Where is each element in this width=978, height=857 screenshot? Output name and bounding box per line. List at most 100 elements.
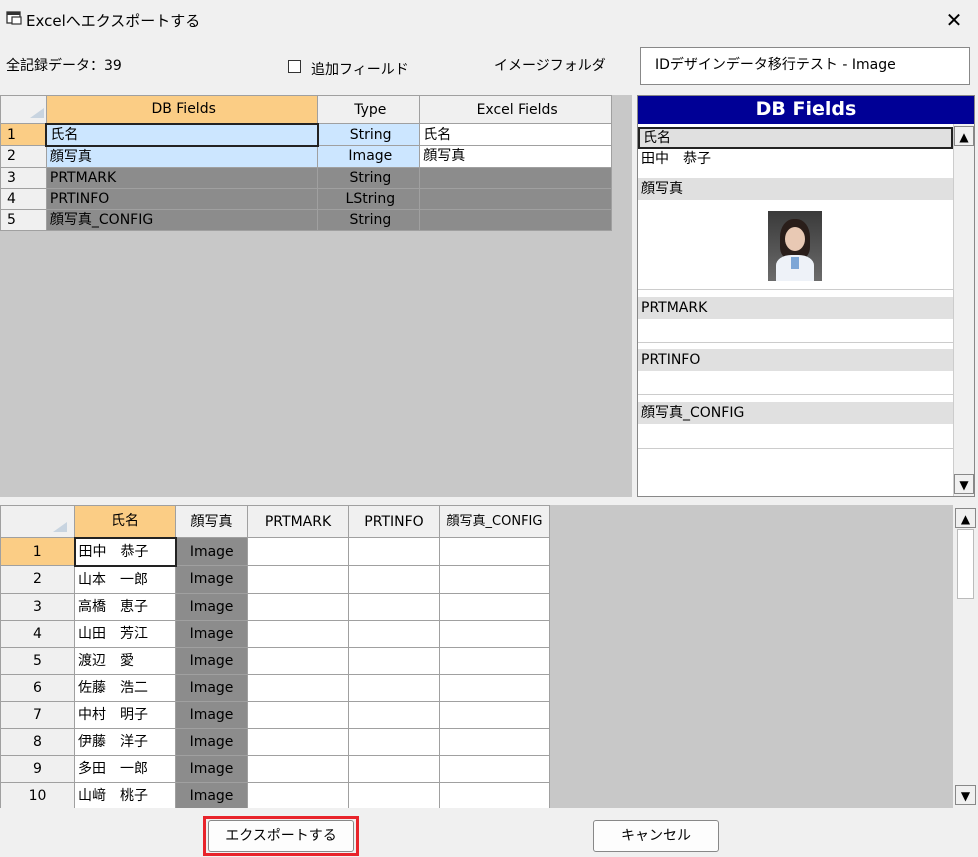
photo-config-cell[interactable] — [439, 754, 550, 783]
photo-config-cell[interactable] — [439, 781, 550, 810]
prtmark-cell[interactable] — [247, 727, 349, 756]
preview-scrollbar[interactable]: ▲ ▼ — [953, 124, 974, 496]
row-number[interactable]: 8 — [0, 727, 75, 756]
table-row[interactable]: 3 PRTMARK String — [0, 166, 612, 189]
photo-cell[interactable]: Image — [175, 537, 248, 566]
excel-field-cell[interactable]: 顔写真 — [419, 145, 612, 168]
prtmark-cell[interactable] — [247, 592, 349, 621]
row-number[interactable]: 3 — [0, 166, 47, 189]
prtmark-cell[interactable] — [247, 673, 349, 702]
photo-cell[interactable]: Image — [175, 727, 248, 756]
name-cell[interactable]: 多田 一郎 — [74, 754, 176, 783]
add-field-label[interactable]: 追加フィールド — [311, 59, 409, 79]
row-number[interactable]: 4 — [0, 619, 75, 648]
column-header-prtmark[interactable]: PRTMARK — [247, 505, 349, 538]
add-field-checkbox[interactable] — [288, 60, 301, 73]
column-header-photo[interactable]: 顔写真 — [175, 505, 248, 538]
prtinfo-cell[interactable] — [348, 673, 440, 702]
row-number[interactable]: 7 — [0, 700, 75, 729]
photo-cell[interactable]: Image — [175, 646, 248, 675]
close-icon[interactable]: ✕ — [934, 4, 974, 36]
row-number[interactable]: 5 — [0, 208, 47, 231]
db-field-cell[interactable]: 氏名 — [45, 122, 319, 147]
photo-config-cell[interactable] — [439, 619, 550, 648]
prtmark-cell[interactable] — [247, 619, 349, 648]
row-number[interactable]: 6 — [0, 673, 75, 702]
column-header-name[interactable]: 氏名 — [74, 505, 176, 538]
column-header-type[interactable]: Type — [317, 95, 421, 124]
scroll-up-icon[interactable]: ▲ — [955, 508, 976, 528]
row-number[interactable]: 1 — [0, 537, 75, 566]
name-cell[interactable]: 中村 明子 — [74, 700, 176, 729]
excel-field-cell[interactable] — [419, 187, 612, 210]
excel-field-cell[interactable]: 氏名 — [419, 123, 612, 146]
scroll-down-icon[interactable]: ▼ — [955, 785, 976, 805]
column-header-photo-config[interactable]: 顔写真_CONFIG — [439, 505, 550, 538]
photo-cell[interactable]: Image — [175, 592, 248, 621]
table-row[interactable]: 7 中村 明子 Image — [0, 700, 550, 729]
scrollbar-thumb[interactable] — [957, 529, 974, 599]
db-field-cell[interactable]: 顔写真_CONFIG — [45, 208, 319, 231]
table-row[interactable]: 10 山﨑 桃子 Image — [0, 781, 550, 810]
photo-cell[interactable]: Image — [175, 565, 248, 594]
prtinfo-cell[interactable] — [348, 700, 440, 729]
name-cell[interactable]: 高橋 恵子 — [74, 592, 176, 621]
column-header-prtinfo[interactable]: PRTINFO — [348, 505, 440, 538]
table-row[interactable]: 6 佐藤 浩二 Image — [0, 673, 550, 702]
row-number[interactable]: 2 — [0, 145, 47, 168]
name-cell[interactable]: 佐藤 浩二 — [74, 673, 176, 702]
image-folder-input[interactable]: IDデザインデータ移行テスト - Image — [640, 47, 970, 85]
photo-config-cell[interactable] — [439, 673, 550, 702]
data-grid-scrollbar[interactable]: ▲ ▼ — [953, 505, 978, 808]
column-header-excel-fields[interactable]: Excel Fields — [419, 95, 612, 124]
row-number[interactable]: 4 — [0, 187, 47, 210]
table-row[interactable]: 2 山本 一郎 Image — [0, 565, 550, 594]
photo-cell[interactable]: Image — [175, 619, 248, 648]
row-number[interactable]: 10 — [0, 781, 75, 810]
row-number[interactable]: 5 — [0, 646, 75, 675]
photo-cell[interactable]: Image — [175, 754, 248, 783]
name-cell[interactable]: 田中 恭子 — [73, 536, 177, 567]
table-row[interactable]: 5 顔写真_CONFIG String — [0, 208, 612, 231]
table-row[interactable]: 2 顔写真 Image 顔写真 — [0, 145, 612, 168]
row-number[interactable]: 1 — [0, 123, 47, 146]
photo-cell[interactable]: Image — [175, 781, 248, 810]
db-field-cell[interactable]: 顔写真 — [45, 145, 319, 168]
column-header-db-fields[interactable]: DB Fields — [45, 95, 319, 124]
table-row[interactable]: 1 田中 恭子 Image — [0, 536, 550, 567]
grid-corner[interactable] — [0, 95, 47, 124]
prtinfo-cell[interactable] — [348, 592, 440, 621]
photo-config-cell[interactable] — [439, 565, 550, 594]
grid-corner[interactable] — [0, 505, 75, 538]
prtmark-cell[interactable] — [247, 537, 349, 566]
prtmark-cell[interactable] — [247, 646, 349, 675]
row-number[interactable]: 3 — [0, 592, 75, 621]
scroll-up-icon[interactable]: ▲ — [954, 126, 974, 146]
prtinfo-cell[interactable] — [348, 646, 440, 675]
table-row[interactable]: 4 山田 芳江 Image — [0, 619, 550, 648]
prtinfo-cell[interactable] — [348, 727, 440, 756]
table-row[interactable]: 5 渡辺 愛 Image — [0, 646, 550, 675]
prtinfo-cell[interactable] — [348, 754, 440, 783]
db-field-cell[interactable]: PRTMARK — [45, 166, 319, 189]
photo-config-cell[interactable] — [439, 646, 550, 675]
name-cell[interactable]: 伊藤 洋子 — [74, 727, 176, 756]
prtinfo-cell[interactable] — [348, 537, 440, 566]
row-number[interactable]: 2 — [0, 565, 75, 594]
table-row[interactable]: 3 高橋 恵子 Image — [0, 592, 550, 621]
prtmark-cell[interactable] — [247, 781, 349, 810]
photo-config-cell[interactable] — [439, 592, 550, 621]
prtmark-cell[interactable] — [247, 700, 349, 729]
table-row[interactable]: 8 伊藤 洋子 Image — [0, 727, 550, 756]
db-field-cell[interactable]: PRTINFO — [45, 187, 319, 210]
name-cell[interactable]: 山本 一郎 — [74, 565, 176, 594]
table-row[interactable]: 9 多田 一郎 Image — [0, 754, 550, 783]
photo-config-cell[interactable] — [439, 537, 550, 566]
prtmark-cell[interactable] — [247, 565, 349, 594]
cancel-button[interactable]: キャンセル — [593, 820, 719, 852]
prtmark-cell[interactable] — [247, 754, 349, 783]
prtinfo-cell[interactable] — [348, 565, 440, 594]
name-cell[interactable]: 山田 芳江 — [74, 619, 176, 648]
name-cell[interactable]: 山﨑 桃子 — [74, 781, 176, 810]
photo-cell[interactable]: Image — [175, 700, 248, 729]
